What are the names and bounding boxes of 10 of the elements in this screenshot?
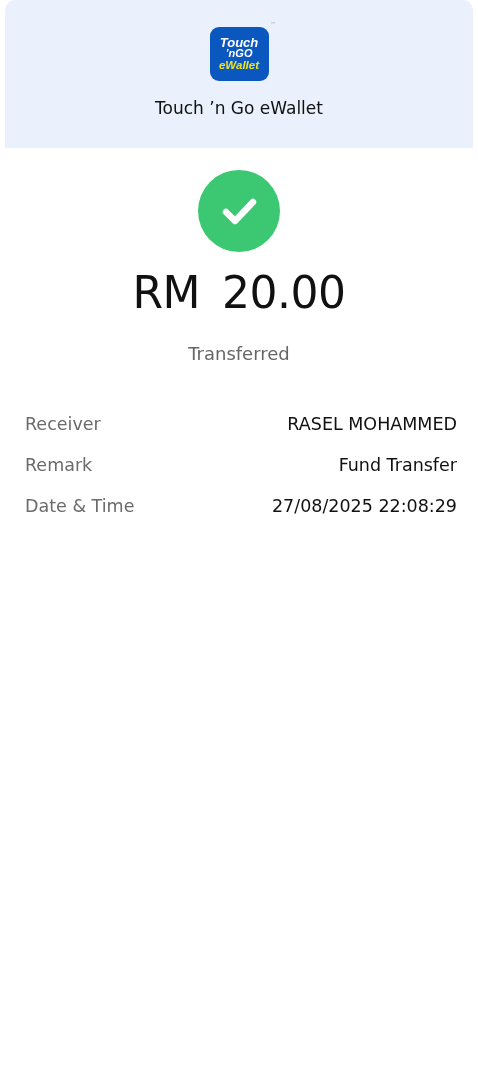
app-title: Touch ʼn Go eWallet <box>155 97 323 120</box>
detail-value: 27/08/2025 22:08:29 <box>271 495 457 518</box>
detail-value: RASEL MOHAMMED <box>287 413 457 436</box>
status-text: Transferred <box>188 342 290 366</box>
detail-value: Fund Transfer <box>338 454 457 477</box>
detail-label: Date & Time <box>25 495 135 518</box>
amount-text: RM 20.00 <box>132 266 346 320</box>
detail-label: Remark <box>25 454 93 477</box>
app-logo: Touch ʼnGO eWallet <box>209 27 269 81</box>
detail-label: Receiver <box>25 413 101 436</box>
